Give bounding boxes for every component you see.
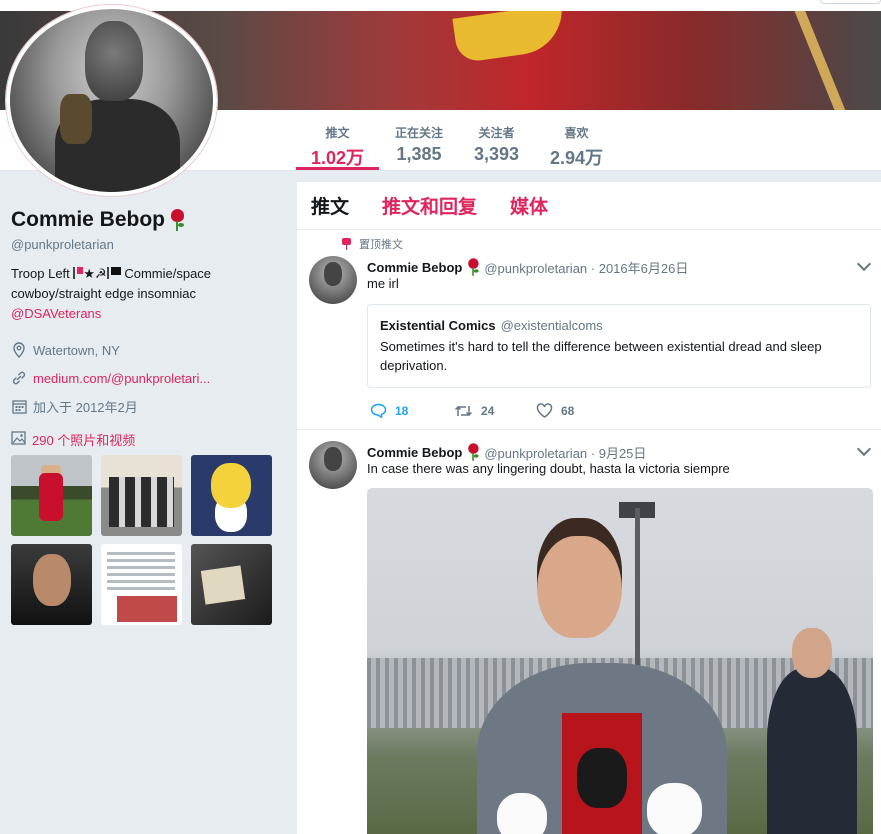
tweet-avatar[interactable]	[309, 441, 357, 489]
tweet-author-name[interactable]: Commie Bebop	[367, 445, 462, 460]
banner-flag-pole	[790, 0, 852, 110]
tab-media[interactable]: 媒体	[510, 192, 548, 219]
photo-thumb[interactable]	[101, 544, 182, 625]
retweet-button[interactable]: 24	[454, 404, 536, 418]
nav-following[interactable]: 正在关注 1,385	[395, 124, 443, 165]
bio-mention-link[interactable]: @DSAVeterans	[11, 306, 101, 321]
photo-thumb[interactable]	[101, 455, 182, 536]
tweet-handle-date[interactable]: @punkproletarian · 2016年6月26日	[484, 258, 688, 277]
website-link[interactable]: medium.com/@punkproletari...	[33, 371, 210, 386]
pinned-label: 置顶推文	[359, 239, 403, 251]
tweet-header: Commie Bebop @punkproletarian · 2016年6月2…	[367, 256, 688, 278]
background-man	[767, 628, 857, 834]
tweet-actions: 18 24 68	[370, 403, 574, 418]
joined-text: 加入于 2012年2月	[33, 399, 138, 415]
nav-followers-count: 3,393	[474, 144, 520, 164]
avatar-epaulette	[60, 94, 92, 144]
profile-name-row: Commie Bebop	[11, 205, 281, 235]
image-icon	[11, 430, 26, 448]
profile-name[interactable]: Commie Bebop	[11, 208, 165, 232]
link-icon	[11, 370, 27, 386]
photo-thumb[interactable]	[191, 455, 272, 536]
tweet-text: me irl	[367, 276, 399, 291]
nav-tweets-label: 推文	[325, 126, 350, 140]
nav-likes-count: 2.94万	[550, 148, 604, 168]
rose-icon	[170, 209, 185, 231]
banner-sickle-shape	[452, 3, 568, 64]
profile-card: Commie Bebop @punkproletarian Troop Left…	[11, 205, 281, 625]
tweet-handle-date[interactable]: @punkproletarian · 9月25日	[484, 443, 646, 462]
nav-likes[interactable]: 喜欢 2.94万	[550, 124, 603, 170]
tab-tweets[interactable]: 推文	[311, 192, 349, 219]
photo-thumb[interactable]	[11, 455, 92, 536]
tweet-header: Commie Bebop @punkproletarian · 9月25日	[367, 441, 646, 463]
chevron-down-icon[interactable]	[856, 441, 872, 457]
cadet-figure	[477, 508, 727, 834]
tweet-media-photo[interactable]	[367, 488, 873, 834]
reply-count: 18	[395, 403, 409, 418]
location-text: Watertown, NY	[33, 342, 120, 358]
quoted-tweet[interactable]: Existential Comics @existentialcoms Some…	[367, 304, 871, 388]
like-count: 68	[561, 403, 575, 418]
bio-start: Troop Left	[11, 266, 70, 281]
like-button[interactable]: 68	[536, 403, 574, 418]
nav-tweets[interactable]: 推文 1.02万	[311, 124, 364, 170]
quoted-author-name: Existential Comics	[380, 318, 496, 333]
nav-followers-label: 关注者	[478, 126, 515, 140]
photos-videos-link[interactable]: 290 个照片和视频	[11, 428, 281, 450]
location-pin-icon	[11, 342, 27, 358]
tab-tweets-and-replies[interactable]: 推文和回复	[382, 192, 477, 219]
profile-bio: Troop Left ★☭ Commie/space cowboy/straig…	[11, 264, 241, 324]
nav-following-label: 正在关注	[395, 126, 444, 140]
red-flag-icon	[73, 267, 84, 279]
profile-handle[interactable]: @punkproletarian	[11, 237, 281, 252]
nav-following-count: 1,385	[396, 144, 442, 164]
photo-grid	[11, 455, 281, 625]
photos-videos-label[interactable]: 290 个照片和视频	[32, 430, 135, 449]
rose-icon	[468, 443, 479, 461]
pinned-tweet[interactable]: 置顶推文 Commie Bebop @punkproletarian · 201…	[297, 230, 881, 430]
pin-icon	[342, 238, 351, 250]
photo-thumb[interactable]	[191, 544, 272, 625]
rose-icon	[468, 258, 479, 276]
black-flag-icon	[106, 267, 121, 279]
tweet-text: In case there was any lingering doubt, h…	[367, 461, 730, 476]
avatar-head	[85, 21, 143, 101]
quoted-author-handle: @existentialcoms	[500, 318, 603, 333]
location-row: Watertown, NY	[11, 336, 281, 364]
tweet-avatar[interactable]	[309, 256, 357, 304]
heart-icon	[536, 403, 553, 418]
nav-likes-label: 喜欢	[564, 126, 589, 140]
retweet-count: 24	[481, 403, 495, 418]
nav-active-underline	[296, 167, 379, 170]
chevron-down-icon[interactable]	[856, 256, 872, 272]
timeline: 推文 推文和回复 媒体 置顶推文 Commie Bebop @punkprole…	[297, 182, 881, 834]
pinned-label-row: 置顶推文	[342, 236, 403, 252]
tweet[interactable]: Commie Bebop @punkproletarian · 9月25日 In…	[297, 430, 881, 834]
quoted-text: Sometimes it's hard to tell the differen…	[380, 339, 822, 373]
star-hammer-sickle-glyphs: ★☭	[83, 266, 107, 281]
joined-row: 加入于 2012年2月	[11, 392, 281, 420]
timeline-tabs: 推文 推文和回复 媒体	[297, 182, 881, 230]
nav-followers[interactable]: 关注者 3,393	[474, 124, 519, 165]
photo-thumb[interactable]	[11, 544, 92, 625]
reply-icon	[370, 403, 387, 418]
top-right-tab[interactable]	[820, 0, 881, 4]
calendar-icon	[11, 398, 27, 414]
profile-avatar[interactable]	[6, 5, 217, 196]
retweet-icon	[454, 405, 473, 416]
reply-button[interactable]: 18	[370, 403, 454, 418]
tweet-author-name[interactable]: Commie Bebop	[367, 260, 462, 275]
website-row: medium.com/@punkproletari...	[11, 364, 281, 392]
